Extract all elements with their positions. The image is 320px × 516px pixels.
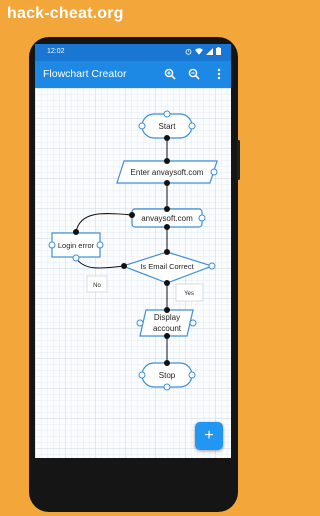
start-node[interactable]: Start: [141, 113, 193, 139]
add-icon: +: [204, 427, 214, 444]
start-label: Start: [159, 122, 177, 131]
yes-branch-label[interactable]: Yes: [175, 283, 204, 302]
error-node[interactable]: Login error: [51, 232, 101, 258]
no-branch-label[interactable]: No: [86, 275, 108, 293]
decision-label: Is Email Correct: [140, 262, 194, 271]
stop-node[interactable]: Stop: [141, 362, 193, 388]
display-node[interactable]: Display account: [139, 309, 194, 337]
decision-node[interactable]: Is Email Correct: [121, 251, 214, 284]
display-label-line2: account: [153, 324, 182, 333]
add-node-button[interactable]: +: [195, 422, 223, 450]
display-label-line1: Display: [154, 313, 180, 322]
phone-bottom-bezel: [35, 458, 231, 498]
input-label: Enter anvaysoft.com: [131, 168, 204, 177]
error-label: Login error: [58, 241, 95, 250]
process-label: anvaysoft.com: [141, 214, 193, 223]
flowchart-diagram: Start Enter anvaysoft.com anvaysoft.com …: [48, 110, 218, 391]
svg-text:Yes: Yes: [184, 291, 194, 297]
stop-label: Stop: [159, 371, 176, 380]
input-node[interactable]: Enter anvaysoft.com: [116, 160, 218, 184]
svg-text:No: No: [93, 283, 101, 289]
